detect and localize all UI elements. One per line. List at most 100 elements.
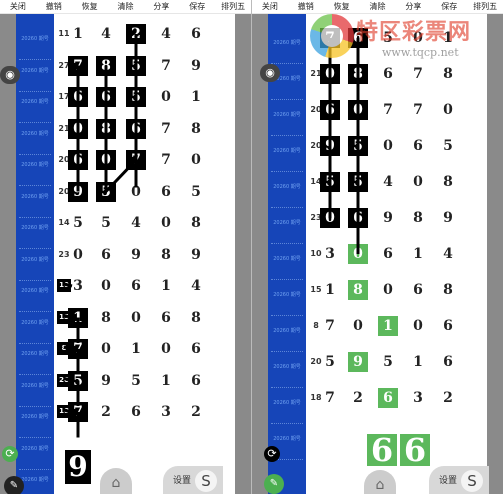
digit-cell[interactable]: 5: [348, 172, 368, 192]
digit-cell[interactable]: 1: [68, 307, 88, 328]
digit-cell[interactable]: 1: [320, 280, 340, 300]
settings-button[interactable]: 设置 S: [429, 466, 489, 494]
menu-undo[interactable]: 撤销: [288, 0, 324, 13]
digit-cell[interactable]: 0: [348, 244, 368, 264]
digit-cell[interactable]: 8: [438, 64, 458, 84]
digit-cell[interactable]: 8: [186, 213, 206, 233]
digit-cell[interactable]: 6: [438, 316, 458, 336]
digit-cell[interactable]: 7: [156, 150, 176, 170]
digit-cell[interactable]: 1: [156, 371, 176, 391]
digit-cell[interactable]: 5: [320, 352, 340, 372]
digit-cell[interactable]: 0: [156, 213, 176, 233]
digit-cell[interactable]: 0: [186, 150, 206, 170]
digit-cell[interactable]: 8: [186, 119, 206, 139]
digit-cell[interactable]: 0: [348, 316, 368, 336]
digit-cell[interactable]: 1: [186, 87, 206, 107]
digit-cell[interactable]: 8: [348, 64, 368, 84]
bottom-digit[interactable]: 6: [367, 434, 397, 466]
digit-cell[interactable]: 0: [96, 339, 116, 359]
digit-cell[interactable]: 4: [156, 24, 176, 44]
digit-cell[interactable]: 5: [68, 213, 88, 233]
digit-cell[interactable]: 3: [320, 244, 340, 264]
digit-cell[interactable]: 5: [96, 181, 116, 202]
digit-cell[interactable]: 8: [96, 118, 116, 139]
menu-redo[interactable]: 恢复: [324, 0, 360, 13]
digit-cell[interactable]: 6: [348, 28, 368, 48]
digit-cell[interactable]: 9: [438, 208, 458, 228]
digit-cell[interactable]: 7: [156, 56, 176, 76]
digit-cell[interactable]: 0: [320, 64, 340, 84]
digit-cell[interactable]: 6: [126, 402, 146, 422]
digit-cell[interactable]: 5: [186, 182, 206, 202]
digit-cell[interactable]: 7: [68, 339, 88, 359]
digit-cell[interactable]: 6: [68, 87, 88, 107]
digit-cell[interactable]: 7: [156, 119, 176, 139]
digit-cell[interactable]: 5: [320, 172, 340, 192]
bottom-digit[interactable]: 6: [400, 434, 430, 466]
digit-cell[interactable]: 2: [186, 402, 206, 422]
pen-icon[interactable]: ✎: [4, 476, 24, 494]
digit-cell[interactable]: 8: [186, 308, 206, 328]
lock-button[interactable]: ⌂: [100, 468, 132, 494]
digit-cell[interactable]: 0: [348, 100, 368, 120]
menu-clear[interactable]: 清除: [360, 0, 396, 13]
settings-button[interactable]: 设置 S: [163, 466, 223, 494]
digit-cell[interactable]: 7: [320, 28, 340, 48]
refresh-icon[interactable]: ⟳: [2, 446, 18, 462]
digit-cell[interactable]: 4: [438, 244, 458, 264]
bottom-digit[interactable]: 9: [65, 450, 91, 484]
digit-cell[interactable]: 7: [320, 316, 340, 336]
digit-cell[interactable]: 9: [126, 245, 146, 265]
digit-cell[interactable]: 4: [96, 24, 116, 44]
digit-cell[interactable]: 0: [126, 308, 146, 328]
menu-lottery-type[interactable]: 排列五: [467, 0, 503, 13]
digit-cell[interactable]: 3: [68, 276, 88, 296]
digit-cell[interactable]: 6: [320, 100, 340, 120]
digit-cell[interactable]: 6: [408, 136, 428, 156]
digit-cell[interactable]: 6: [408, 280, 428, 300]
pen-icon[interactable]: ✎: [264, 474, 284, 494]
digit-cell[interactable]: 5: [96, 213, 116, 233]
digit-cell[interactable]: 6: [156, 308, 176, 328]
digit-cell[interactable]: 6: [126, 118, 146, 139]
digit-cell[interactable]: 6: [348, 208, 368, 228]
digit-cell[interactable]: 0: [408, 316, 428, 336]
digit-cell[interactable]: 1: [156, 276, 176, 296]
digit-cell[interactable]: 9: [96, 371, 116, 391]
digit-cell[interactable]: 6: [156, 182, 176, 202]
digit-cell[interactable]: 0: [408, 28, 428, 48]
digit-cell[interactable]: 8: [438, 280, 458, 300]
eye-icon[interactable]: ◉: [0, 66, 20, 84]
menu-lottery-type[interactable]: 排列五: [215, 0, 251, 13]
digit-cell[interactable]: 0: [320, 208, 340, 228]
s-button[interactable]: S: [195, 470, 217, 492]
menu-share[interactable]: 分享: [143, 0, 179, 13]
digit-cell[interactable]: 6: [186, 371, 206, 391]
digit-cell[interactable]: 0: [156, 339, 176, 359]
digit-cell[interactable]: 7: [126, 150, 146, 170]
digit-cell[interactable]: 0: [438, 100, 458, 120]
digit-cell[interactable]: 5: [126, 371, 146, 391]
digit-cell[interactable]: 5: [126, 87, 146, 107]
digit-cell[interactable]: 0: [378, 280, 398, 300]
menu-save[interactable]: 保存: [179, 0, 215, 13]
digit-cell[interactable]: 2: [126, 24, 146, 44]
digit-cell[interactable]: 0: [96, 150, 116, 170]
digit-cell[interactable]: 5: [126, 55, 146, 76]
digit-cell[interactable]: 6: [186, 24, 206, 44]
digit-cell[interactable]: 6: [186, 339, 206, 359]
digit-cell[interactable]: 8: [156, 245, 176, 265]
digit-cell[interactable]: 9: [68, 181, 88, 202]
digit-cell[interactable]: 0: [68, 245, 88, 265]
digit-cell[interactable]: 1: [378, 316, 398, 336]
digit-cell[interactable]: 0: [156, 87, 176, 107]
digit-cell[interactable]: 7: [378, 100, 398, 120]
digit-cell[interactable]: 6: [378, 388, 398, 408]
digit-cell[interactable]: 6: [378, 244, 398, 264]
digit-cell[interactable]: 6: [68, 150, 88, 170]
digit-cell[interactable]: 0: [68, 118, 88, 139]
digit-cell[interactable]: 9: [186, 245, 206, 265]
digit-cell[interactable]: 6: [378, 64, 398, 84]
digit-cell[interactable]: 4: [378, 172, 398, 192]
digit-cell[interactable]: 0: [126, 182, 146, 202]
